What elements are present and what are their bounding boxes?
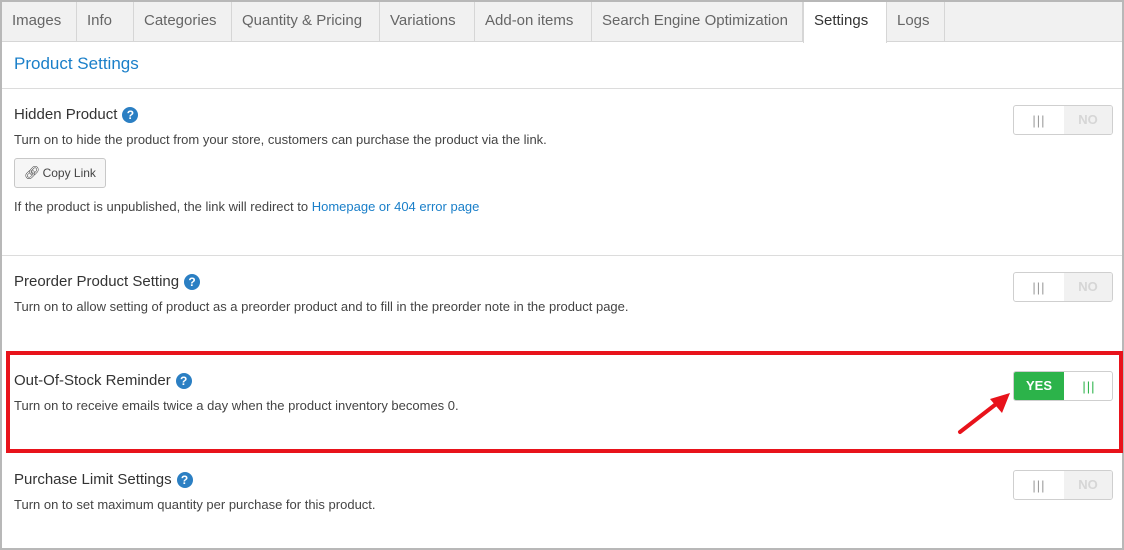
redirect-link[interactable]: Homepage or 404 error page bbox=[312, 199, 480, 214]
copy-link-button[interactable]: 🔗︎ Copy Link bbox=[14, 158, 106, 188]
toggle-grip-icon: ||| bbox=[1032, 112, 1046, 128]
help-icon[interactable]: ? bbox=[184, 273, 201, 290]
tab-seo[interactable]: Search Engine Optimization bbox=[592, 2, 803, 42]
link-icon: 🔗︎ bbox=[24, 165, 41, 180]
divider bbox=[2, 255, 1122, 256]
help-icon[interactable]: ? bbox=[122, 106, 139, 123]
toggle-grip-icon: ||| bbox=[1032, 279, 1046, 295]
hidden-product-title: Hidden Product ? bbox=[14, 106, 139, 123]
tab-images[interactable]: Images bbox=[2, 2, 77, 42]
hidden-product-description: Turn on to hide the product from your st… bbox=[14, 132, 547, 147]
tab-settings[interactable]: Settings bbox=[803, 2, 887, 43]
product-editor-panel: Images Info Categories Quantity & Pricin… bbox=[0, 0, 1124, 550]
toggle-grip-icon: ||| bbox=[1032, 477, 1046, 493]
purchase-limit-title: Purchase Limit Settings ? bbox=[14, 471, 193, 488]
purchase-limit-label: Purchase Limit Settings bbox=[14, 471, 172, 488]
section-title: Product Settings bbox=[14, 54, 139, 73]
toggle-state-label: NO bbox=[1064, 106, 1112, 134]
purchase-limit-description: Turn on to set maximum quantity per purc… bbox=[14, 497, 376, 512]
preorder-description: Turn on to allow setting of product as a… bbox=[14, 299, 629, 314]
preorder-label: Preorder Product Setting bbox=[14, 273, 180, 290]
redirect-prefix: If the product is unpublished, the link … bbox=[14, 199, 312, 214]
redirect-note: If the product is unpublished, the link … bbox=[14, 199, 479, 214]
tab-add-on-items[interactable]: Add-on items bbox=[475, 2, 592, 42]
toggle-state-label: NO bbox=[1064, 471, 1112, 499]
divider bbox=[2, 88, 1122, 89]
preorder-toggle[interactable]: ||| NO bbox=[1013, 272, 1113, 302]
preorder-title: Preorder Product Setting ? bbox=[14, 273, 201, 290]
purchase-limit-toggle[interactable]: ||| NO bbox=[1013, 470, 1113, 500]
red-arrow-icon bbox=[958, 393, 1010, 434]
copy-link-label: Copy Link bbox=[42, 166, 96, 180]
tab-quantity-pricing[interactable]: Quantity & Pricing bbox=[232, 2, 380, 42]
help-icon[interactable]: ? bbox=[176, 471, 193, 488]
hidden-product-toggle[interactable]: ||| NO bbox=[1013, 105, 1113, 135]
tab-bar: Images Info Categories Quantity & Pricin… bbox=[2, 2, 1122, 43]
tab-logs[interactable]: Logs bbox=[887, 2, 945, 42]
tab-categories[interactable]: Categories bbox=[134, 2, 232, 42]
tab-variations[interactable]: Variations bbox=[380, 2, 475, 42]
hidden-product-label: Hidden Product bbox=[14, 106, 118, 123]
tab-info[interactable]: Info bbox=[77, 2, 134, 42]
toggle-state-label: NO bbox=[1064, 273, 1112, 301]
